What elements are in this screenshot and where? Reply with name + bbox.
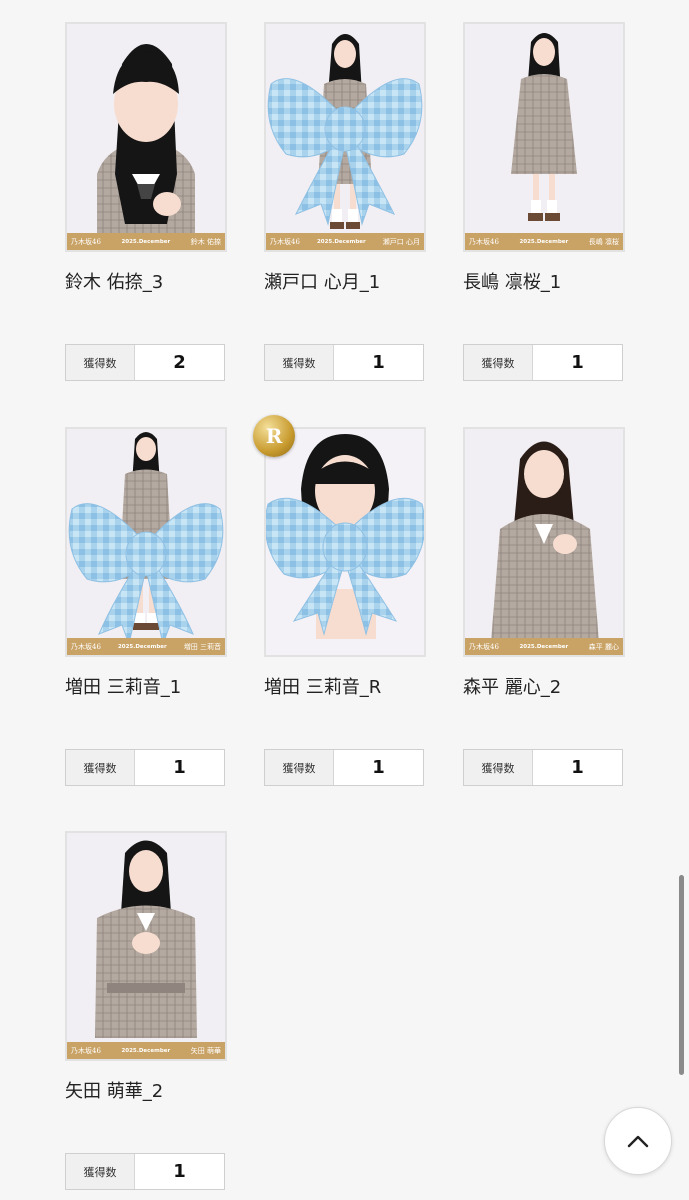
photo-card-2[interactable]: 乃木坂46 2025.December 瀬戸口 心月 瀬戸口 心月_1 獲得数 … [264, 22, 426, 381]
count-value: 1 [571, 757, 584, 778]
release-month: 2025.December [519, 238, 569, 245]
card-title: 瀬戸口 心月_1 [264, 272, 381, 293]
card-photo[interactable]: 乃木坂46 2025.December 森平 麗心 [463, 427, 625, 657]
card-title: 長嶋 凛桜_1 [463, 272, 562, 293]
gold-r-medal-icon: R [253, 415, 295, 457]
count-label: 獲得数 [66, 1154, 135, 1189]
photo-card-3[interactable]: 乃木坂46 2025.December 長嶋 凛桜 長嶋 凛桜_1 獲得数 1 [463, 22, 625, 381]
count-value: 1 [571, 352, 584, 373]
photo-caption-strip: 乃木坂46 2025.December 増田 三莉音 [67, 638, 225, 655]
member-portrait [511, 33, 577, 221]
card-photo[interactable]: 乃木坂46 2025.December 増田 三莉音 [65, 427, 227, 657]
count-value: 1 [372, 757, 385, 778]
brand-logo-text: 乃木坂46 [469, 642, 499, 651]
count-label: 獲得数 [265, 345, 334, 380]
strip-member-name: 増田 三莉音 [183, 642, 221, 651]
strip-member-name: 森平 麗心 [588, 642, 619, 651]
member-portrait [95, 840, 197, 1038]
photo-card-7[interactable]: 乃木坂46 2025.December 矢田 萌華 矢田 萌華_2 獲得数 1 [65, 831, 227, 1190]
scroll-to-top-button[interactable] [604, 1107, 672, 1175]
strip-member-name: 矢田 萌華 [190, 1046, 221, 1055]
brand-logo-text: 乃木坂46 [71, 642, 101, 651]
photo-card-5[interactable]: R 増田 三莉音_R 獲得数 1 [253, 415, 426, 786]
strip-member-name: 長嶋 凛桜 [588, 237, 619, 246]
count-label: 獲得数 [265, 750, 334, 785]
card-title: 増田 三莉音_R [264, 677, 382, 698]
count-value: 1 [173, 1161, 186, 1182]
count-value: 1 [372, 352, 385, 373]
count-value: 1 [173, 757, 186, 778]
count-box: 獲得数 1 [65, 749, 225, 786]
count-label: 獲得数 [66, 345, 135, 380]
count-box: 獲得数 1 [65, 1153, 225, 1190]
ribbon-overlay [266, 497, 424, 636]
count-label: 獲得数 [464, 345, 533, 380]
card-title: 矢田 萌華_2 [65, 1081, 164, 1102]
count-box: 獲得数 1 [264, 344, 424, 381]
member-portrait [97, 44, 195, 250]
card-title: 森平 麗心_2 [463, 677, 562, 698]
release-month: 2025.December [121, 238, 171, 245]
card-photo[interactable]: 乃木坂46 2025.December 瀬戸口 心月 [264, 22, 426, 252]
photo-card-4[interactable]: 乃木坂46 2025.December 増田 三莉音 増田 三莉音_1 獲得数 … [65, 427, 227, 786]
card-photo[interactable]: 乃木坂46 2025.December 長嶋 凛桜 [463, 22, 625, 252]
card-title: 増田 三莉音_1 [65, 677, 182, 698]
ribbon-overlay [267, 78, 423, 226]
photo-caption-strip: 乃木坂46 2025.December 瀬戸口 心月 [266, 233, 424, 250]
scrollbar-thumb[interactable] [679, 875, 684, 1075]
brand-logo-text: 乃木坂46 [71, 1046, 101, 1055]
card-photo[interactable]: 乃木坂46 2025.December 鈴木 佑捺 [65, 22, 227, 252]
count-label: 獲得数 [66, 750, 135, 785]
photo-caption-strip: 乃木坂46 2025.December 鈴木 佑捺 [67, 233, 225, 250]
card-title: 鈴木 佑捺_3 [65, 272, 164, 293]
count-label: 獲得数 [464, 750, 533, 785]
release-month: 2025.December [316, 238, 366, 245]
photo-caption-strip: 乃木坂46 2025.December 矢田 萌華 [67, 1042, 225, 1059]
card-photo[interactable] [264, 427, 426, 657]
strip-member-name: 鈴木 佑捺 [190, 237, 221, 246]
strip-member-name: 瀬戸口 心月 [382, 237, 420, 246]
rarity-badge-label: R [265, 424, 283, 448]
chevron-up-icon [627, 1135, 649, 1148]
photo-card-1[interactable]: 乃木坂46 2025.December 鈴木 佑捺 鈴木 佑捺_3 獲得数 2 [65, 22, 227, 381]
count-box: 獲得数 1 [463, 749, 623, 786]
photo-card-6[interactable]: 乃木坂46 2025.December 森平 麗心 森平 麗心_2 獲得数 1 [463, 427, 625, 786]
member-portrait [490, 441, 600, 655]
count-box: 獲得数 1 [463, 344, 623, 381]
brand-logo-text: 乃木坂46 [270, 237, 300, 246]
photo-caption-strip: 乃木坂46 2025.December 長嶋 凛桜 [465, 233, 623, 250]
count-box: 獲得数 2 [65, 344, 225, 381]
release-month: 2025.December [519, 643, 569, 650]
card-photo[interactable]: 乃木坂46 2025.December 矢田 萌華 [65, 831, 227, 1061]
ribbon-overlay [68, 503, 224, 646]
count-value: 2 [173, 352, 186, 373]
release-month: 2025.December [117, 643, 167, 650]
brand-logo-text: 乃木坂46 [469, 237, 499, 246]
release-month: 2025.December [121, 1047, 171, 1054]
brand-logo-text: 乃木坂46 [71, 237, 101, 246]
count-box: 獲得数 1 [264, 749, 424, 786]
photo-caption-strip: 乃木坂46 2025.December 森平 麗心 [465, 638, 623, 655]
